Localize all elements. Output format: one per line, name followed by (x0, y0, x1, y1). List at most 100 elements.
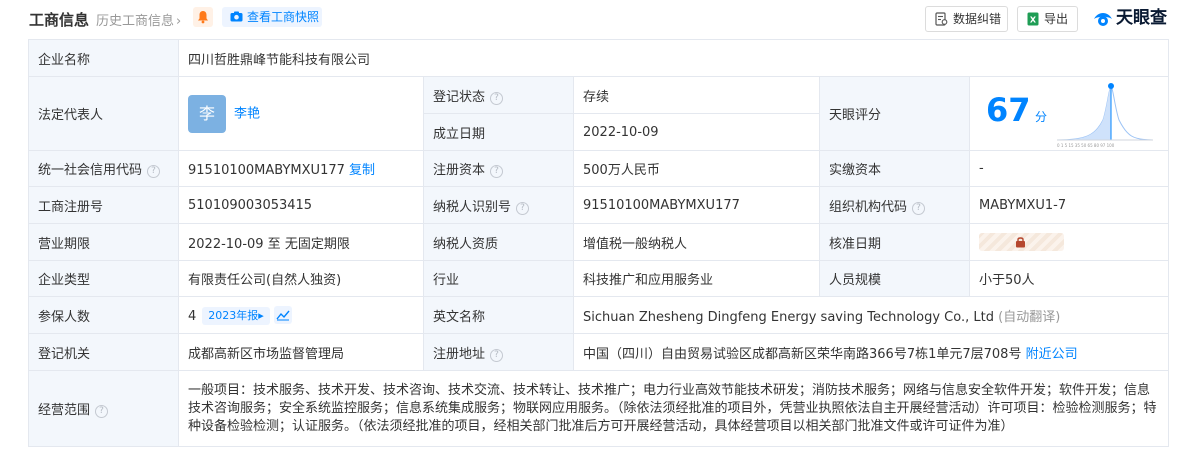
legal-rep-label: 法定代表人 (28, 76, 179, 151)
copy-link[interactable]: 复制 (349, 163, 375, 178)
help-icon[interactable]: ? (95, 405, 109, 418)
english-name-label: 英文名称 (423, 296, 574, 334)
auto-translate-note: (自动翻译) (998, 309, 1061, 325)
tianyancha-logo: 天眼查 (1092, 6, 1167, 30)
reg-address-value: 中国（四川）自由贸易试验区成都高新区荣华南路366号7栋1单元7层708号 (583, 346, 1022, 362)
export-label: 导出 (1044, 12, 1069, 26)
taxpayer-type-value: 增值税一般纳税人 (573, 223, 820, 261)
taxpayer-id-label-cell: 纳税人识别号? (423, 186, 574, 224)
tianyan-score-label: 天眼评分 (819, 76, 970, 151)
reg-capital-value: 500万人民币 (573, 150, 820, 187)
approval-date-cell (968, 223, 1170, 261)
reg-status-value: 存续 (573, 76, 820, 114)
company-name-label: 企业名称 (28, 39, 179, 77)
snapshot-button[interactable]: 查看工商快照 (222, 7, 322, 27)
annual-report-badge[interactable]: 2023年报▸ (202, 306, 270, 325)
table-row: 统一社会信用代码? 91510100MABYMXU177 复制 注册资本? 50… (28, 150, 1170, 187)
company-type-value: 有限责任公司(自然人独资) (178, 260, 424, 297)
table-row: 法定代表人 李李艳 登记状态? 存续 天眼评分 67 分 0 1 5 15 35… (28, 76, 1170, 151)
logo-text: 天眼查 (1116, 8, 1167, 28)
company-name-value: 四川哲胜鼎峰节能科技有限公司 (177, 39, 1170, 77)
excel-icon: X (1027, 12, 1039, 26)
chevron-right-icon: › (176, 14, 182, 29)
staff-size-value: 小于50人 (968, 260, 1170, 297)
table-row: 经营范围? 一般项目：技术服务、技术开发、技术咨询、技术交流、技术转让、技术推广… (28, 370, 1170, 447)
help-icon[interactable]: ? (147, 165, 161, 178)
edit-doc-icon (935, 12, 948, 26)
help-icon[interactable]: ? (490, 91, 504, 105)
reg-status-label-cell: 登记状态? (423, 76, 574, 114)
industry-value: 科技推广和应用服务业 (573, 260, 820, 297)
snapshot-label: 查看工商快照 (247, 10, 320, 24)
table-row: 营业期限 2022-10-09 至 无固定期限 纳税人资质 增值税一般纳税人 核… (28, 223, 1170, 261)
reg-address-label: 注册地址 (433, 346, 486, 362)
eye-logo-icon (1094, 13, 1112, 26)
est-date-value: 2022-10-09 (573, 113, 820, 151)
data-correction-label: 数据纠错 (953, 12, 1002, 26)
locked-value[interactable] (979, 233, 1064, 251)
reg-address-label-cell: 注册地址? (423, 333, 574, 371)
table-row: 登记机关 成都高新区市场监督管理局 注册地址? 中国（四川）自由贸易试验区成都高… (28, 333, 1170, 371)
score-number: 67 (986, 91, 1031, 129)
scope-label-cell: 经营范围? (28, 370, 179, 447)
avatar[interactable]: 李 (188, 94, 226, 133)
reg-number-value: 510109003053415 (178, 186, 424, 224)
taxpayer-id-label: 纳税人识别号 (433, 199, 512, 215)
camera-icon (230, 11, 243, 22)
bell-icon[interactable] (193, 7, 213, 27)
term-value: 2022-10-09 至 无固定期限 (178, 223, 424, 261)
data-correction-button[interactable]: 数据纠错 (925, 6, 1008, 32)
legal-rep-cell: 李李艳 (178, 76, 424, 151)
score-unit: 分 (1035, 110, 1048, 124)
help-icon[interactable]: ? (912, 201, 926, 215)
org-code-value: MABYMXU1-7 (968, 186, 1170, 224)
help-icon[interactable]: ? (516, 201, 530, 215)
industry-label: 行业 (423, 260, 574, 297)
credit-code-cell: 91510100MABYMXU177 复制 (178, 150, 424, 187)
reg-authority-value: 成都高新区市场监督管理局 (178, 333, 424, 371)
insured-value: 4 (188, 308, 197, 324)
staff-size-label: 人员规模 (819, 260, 970, 297)
reg-status-label: 登记状态 (433, 89, 486, 105)
business-info-table: 企业名称 四川哲胜鼎峰节能科技有限公司 法定代表人 李李艳 登记状态? 存续 天… (28, 39, 1170, 447)
english-name-value: Sichuan Zhesheng Dingfeng Energy saving … (583, 309, 994, 325)
section-header: 工商信息 历史工商信息 › 查看工商快照 数据纠错 X 导出 天眼查 (0, 0, 1182, 36)
lock-icon (1016, 237, 1025, 248)
term-label: 营业期限 (28, 223, 179, 261)
export-button[interactable]: X 导出 (1017, 6, 1078, 32)
scope-label: 经营范围 (38, 403, 91, 418)
table-row: 参保人数 4 2023年报▸ 英文名称 Sichuan Zhesheng Ding… (28, 296, 1170, 334)
credit-code-label-cell: 统一社会信用代码? (28, 150, 179, 187)
credit-code-label: 统一社会信用代码 (38, 163, 143, 178)
paid-capital-label: 实缴资本 (819, 150, 970, 187)
reg-capital-label: 注册资本 (433, 163, 486, 178)
credit-code-value: 91510100MABYMXU177 (188, 163, 345, 178)
trend-chart-icon[interactable] (273, 305, 292, 324)
insured-label: 参保人数 (28, 296, 179, 334)
table-row: 企业名称 四川哲胜鼎峰节能科技有限公司 (28, 39, 1170, 77)
history-info-link[interactable]: 历史工商信息 › (96, 10, 181, 29)
scope-value: 一般项目：技术服务、技术开发、技术咨询、技术交流、技术转让、技术推广；电力行业高… (177, 370, 1170, 447)
reg-capital-label-cell: 注册资本? (423, 150, 574, 187)
nearby-companies-link[interactable]: 附近公司 (1026, 347, 1078, 362)
taxpayer-type-label: 纳税人资质 (423, 223, 574, 261)
svg-text:0 1 5 15 35 50 65 80 97 100: 0 1 5 15 35 50 65 80 97 100 (1057, 143, 1115, 148)
history-info-label: 历史工商信息 (96, 14, 175, 29)
help-icon[interactable]: ? (490, 165, 504, 178)
score-widget[interactable]: 67 分 0 1 5 15 35 50 65 80 97 100 (979, 77, 1168, 150)
help-icon[interactable]: ? (490, 348, 504, 362)
est-date-label: 成立日期 (423, 113, 574, 151)
org-code-label: 组织机构代码 (829, 199, 908, 215)
table-row: 企业类型 有限责任公司(自然人独资) 行业 科技推广和应用服务业 人员规模 小于… (28, 260, 1170, 297)
score-distribution-chart: 0 1 5 15 35 50 65 80 97 100 (1056, 83, 1154, 148)
section-title: 工商信息 (29, 11, 90, 29)
insured-cell: 4 2023年报▸ (178, 296, 424, 334)
tianyan-score-cell[interactable]: 67 分 0 1 5 15 35 50 65 80 97 100 (968, 76, 1170, 151)
paid-capital-value: - (968, 150, 1170, 187)
svg-text:X: X (1030, 16, 1037, 25)
reg-authority-label: 登记机关 (28, 333, 179, 371)
english-name-cell: Sichuan Zhesheng Dingfeng Energy saving … (572, 296, 1170, 334)
org-code-label-cell: 组织机构代码? (819, 186, 970, 224)
legal-rep-name-link[interactable]: 李艳 (234, 106, 260, 121)
taxpayer-id-value: 91510100MABYMXU177 (573, 186, 820, 224)
